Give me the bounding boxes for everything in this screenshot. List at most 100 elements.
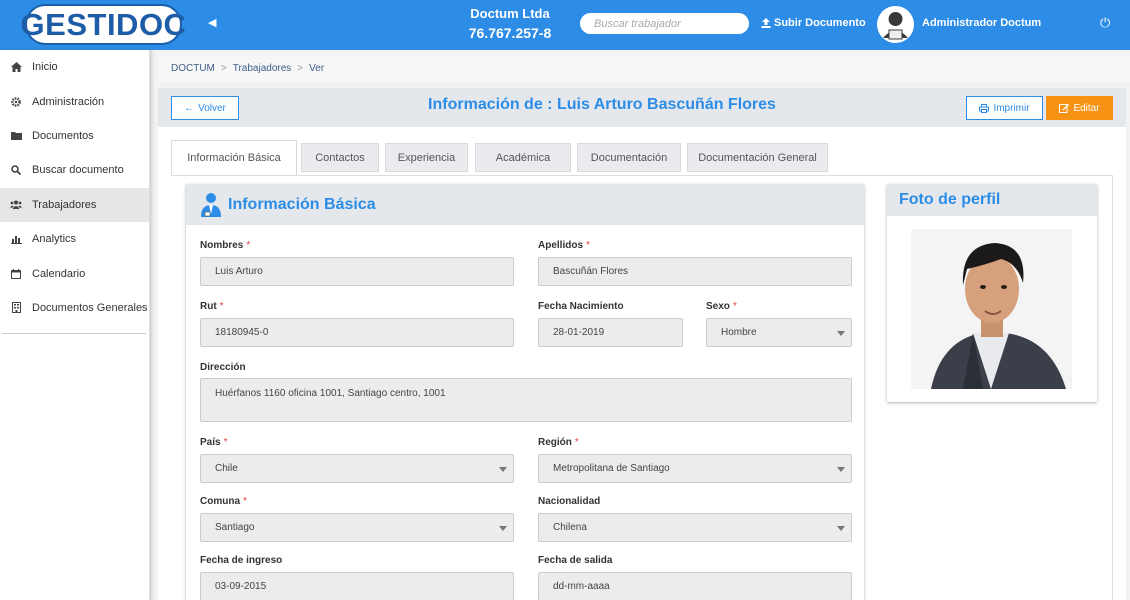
fecha-ingreso-label: Fecha de ingreso [200, 555, 283, 566]
company-rut: 76.767.257-8 [468, 25, 552, 41]
sidebar-item-label: Analytics [32, 233, 77, 246]
user-avatar[interactable] [877, 6, 914, 43]
user-name[interactable]: Administrador Doctum [922, 17, 1041, 29]
search-icon [10, 164, 22, 176]
top-bar: GESTIDOC ◀ Doctum Ltda 76.767.257-8 Subi… [0, 0, 1130, 50]
gear-icon [10, 96, 22, 108]
tab-documentacion-general[interactable]: Documentación General [687, 143, 828, 172]
breadcrumb-item: Ver [309, 63, 325, 74]
tab-academica[interactable]: Académica [475, 143, 571, 172]
pais-select[interactable]: Chile [200, 454, 514, 483]
sidebar: Inicio Administración Documentos Buscar … [0, 50, 150, 600]
tab-divider [171, 175, 1113, 176]
sidebar-item-analytics[interactable]: Analytics [0, 222, 149, 256]
arrow-left-icon: ← [184, 102, 195, 114]
tab-contactos[interactable]: Contactos [301, 143, 379, 172]
tab-experiencia[interactable]: Experiencia [385, 143, 468, 172]
panel-header: Información de : Luis Arturo Bascuñán Fl… [158, 88, 1126, 127]
logo-text: GESTIDOC [20, 6, 187, 42]
breadcrumb: DOCTUM > Trabajadores > Ver [158, 56, 1130, 82]
collapse-sidebar-icon[interactable]: ◀ [208, 16, 216, 29]
upload-document-button[interactable]: Subir Documento [761, 17, 866, 29]
label-text: Rut [200, 301, 217, 312]
label-text: Región [538, 437, 572, 448]
breadcrumb-item[interactable]: DOCTUM [171, 63, 215, 74]
company-info: Doctum Ltda 76.767.257-8 [460, 6, 560, 41]
sidebar-item-label: Documentos [32, 129, 94, 142]
required-mark: * [219, 301, 224, 312]
label-text: Nombres [200, 240, 244, 251]
sexo-select[interactable]: Hombre [706, 318, 852, 347]
power-icon[interactable]: ⏻ [1100, 15, 1110, 31]
users-icon [10, 199, 22, 211]
fecha-nacimiento-field[interactable]: 28-01-2019 [538, 318, 683, 347]
sidebar-item-label: Administración [32, 95, 105, 108]
fecha-salida-field[interactable]: dd-mm-aaaa [538, 572, 852, 600]
breadcrumb-separator: > [220, 63, 227, 74]
tab-informacion-basica[interactable]: Información Básica [171, 140, 297, 176]
nacionalidad-label: Nacionalidad [538, 496, 601, 507]
nombres-field[interactable]: Luis Arturo [200, 257, 514, 286]
sidebar-item-label: Documentos Generales [32, 301, 148, 314]
print-button[interactable]: Imprimir [966, 96, 1043, 120]
required-mark: * [574, 437, 579, 448]
print-label: Imprimir [993, 102, 1030, 114]
label-text: País [200, 437, 221, 448]
edit-button[interactable]: Editar [1046, 96, 1113, 120]
upload-icon [761, 18, 771, 28]
profile-photo-title: Foto de perfil [887, 184, 1097, 216]
tab-documentacion[interactable]: Documentación [577, 143, 681, 172]
page-title: Información de : Luis Arturo Bascuñán Fl… [428, 96, 776, 113]
card-header: Información Básica [186, 184, 864, 225]
sidebar-item-label: Calendario [32, 267, 86, 280]
rut-label: Rut * [200, 301, 224, 312]
required-mark: * [586, 240, 590, 251]
content-edge [1112, 175, 1113, 600]
apellidos-field[interactable]: Bascuñán Flores [538, 257, 852, 286]
sidebar-item-documentos-generales[interactable]: Documentos Generales [0, 291, 149, 325]
folder-icon [10, 130, 22, 142]
app-logo[interactable]: GESTIDOC [21, 4, 186, 45]
required-mark: * [732, 301, 737, 312]
sidebar-item-label: Buscar documento [32, 164, 124, 177]
rut-field[interactable]: 18180945-0 [200, 318, 514, 347]
sidebar-item-buscar-documento[interactable]: Buscar documento [0, 153, 149, 187]
required-mark: * [246, 240, 251, 251]
direccion-label: Dirección [200, 362, 246, 373]
label-text: Sexo [706, 301, 730, 312]
back-button[interactable]: ← Volver [171, 96, 239, 120]
nacionalidad-select[interactable]: Chilena [538, 513, 852, 542]
company-name: Doctum Ltda [470, 6, 550, 21]
required-mark: * [223, 437, 228, 448]
profile-photo-image [911, 229, 1072, 389]
region-label: Región * [538, 437, 579, 448]
pais-label: País * [200, 437, 227, 448]
print-icon [979, 103, 990, 113]
sidebar-item-label: Trabajadores [32, 198, 97, 211]
region-select[interactable]: Metropolitana de Santiago [538, 454, 852, 483]
fecha-ingreso-field[interactable]: 03-09-2015 [200, 572, 514, 600]
nombres-label: Nombres * [200, 240, 250, 251]
back-label: Volver [198, 102, 226, 114]
search-worker-input[interactable] [580, 13, 749, 34]
edit-label: Editar [1073, 102, 1100, 114]
sidebar-item-documentos[interactable]: Documentos [0, 119, 149, 153]
sidebar-item-administracion[interactable]: Administración [0, 84, 149, 118]
calendar-icon [10, 268, 22, 280]
direccion-textarea[interactable]: Huérfanos 1160 oficina 1001, Santiago ce… [200, 378, 852, 422]
apellidos-label: Apellidos * [538, 240, 590, 251]
label-text: Comuna [200, 496, 240, 507]
fecha-salida-label: Fecha de salida [538, 555, 613, 566]
breadcrumb-item[interactable]: Trabajadores [233, 63, 292, 74]
sidebar-item-trabajadores[interactable]: Trabajadores [0, 187, 149, 222]
label-text: Apellidos [538, 240, 584, 251]
sidebar-item-inicio[interactable]: Inicio [0, 50, 149, 84]
sexo-label: Sexo * [706, 301, 737, 312]
sidebar-item-calendario[interactable]: Calendario [0, 256, 149, 290]
building-icon [10, 302, 22, 314]
comuna-select[interactable]: Santiago [200, 513, 514, 542]
card-title: Información Básica [228, 195, 376, 213]
required-mark: * [243, 496, 247, 507]
profile-photo [911, 229, 1072, 389]
edit-icon [1059, 104, 1070, 113]
